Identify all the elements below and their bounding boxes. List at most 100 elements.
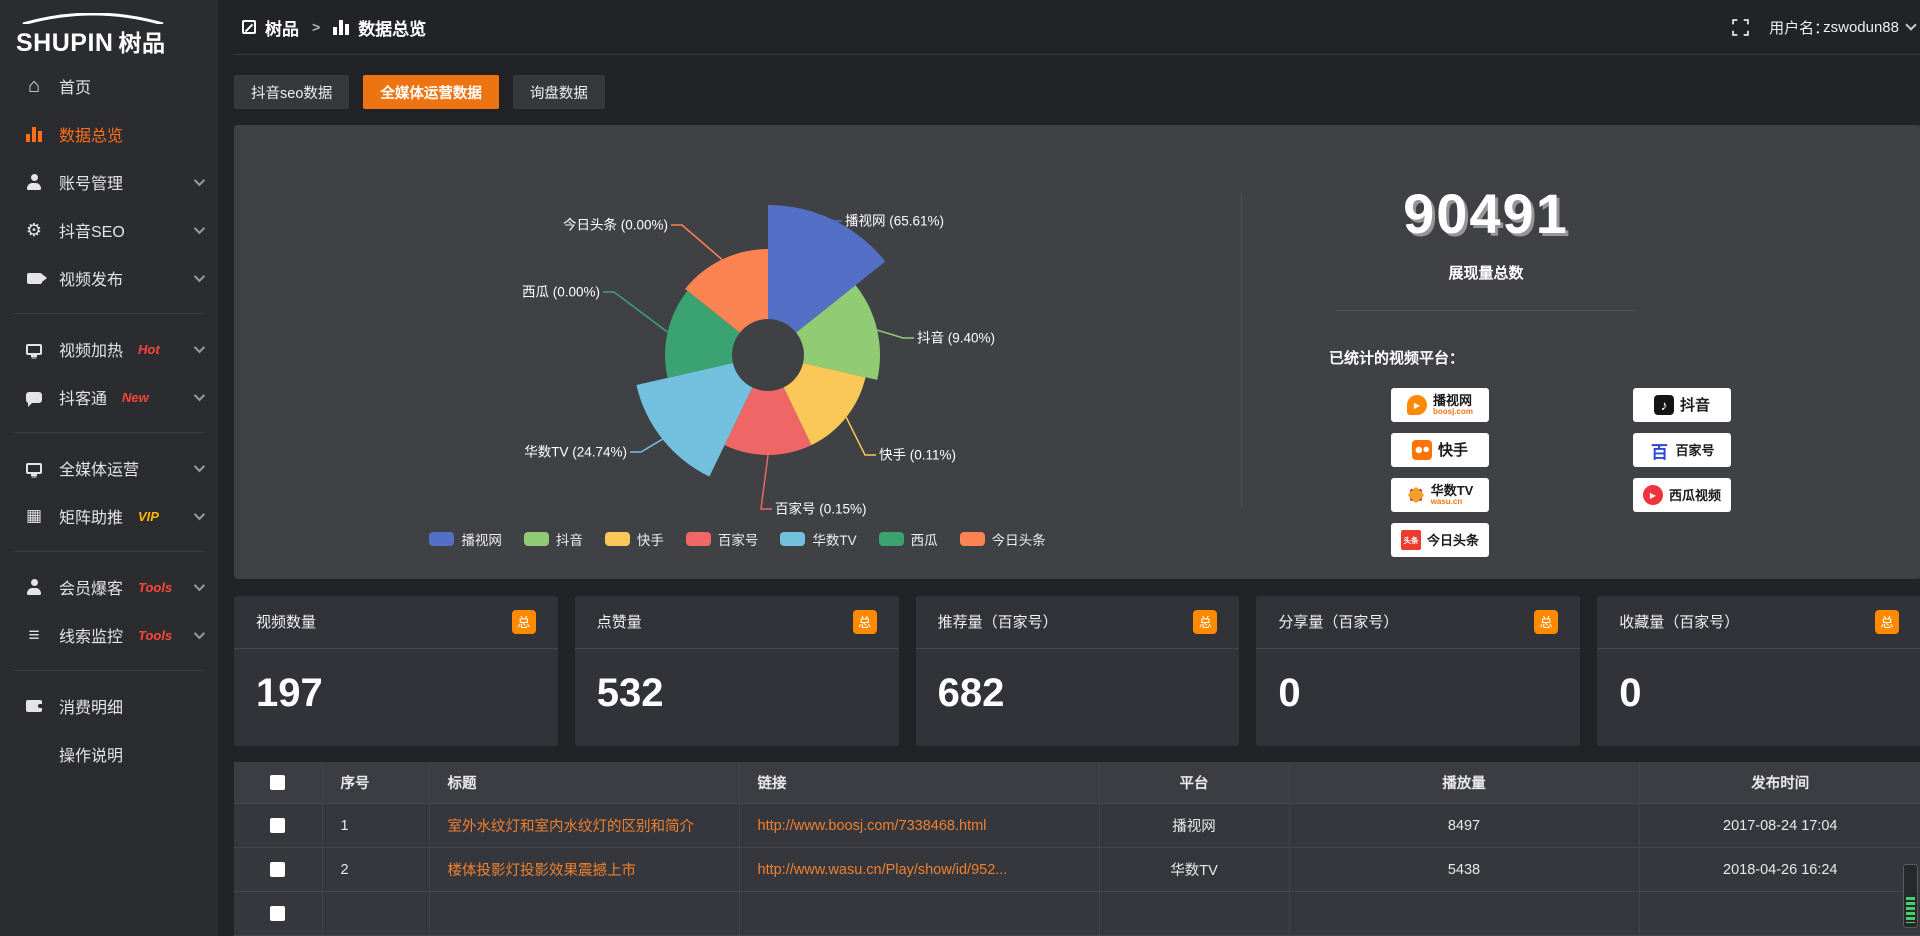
total-badge[interactable]: 总 bbox=[853, 610, 877, 634]
sidebar-item-16[interactable]: 操作说明 bbox=[0, 730, 218, 778]
legend-marker bbox=[429, 532, 454, 546]
wallet-icon bbox=[22, 700, 46, 712]
breadcrumb-app[interactable]: 树品 bbox=[265, 15, 299, 40]
cell-empty bbox=[1099, 892, 1289, 936]
column-header-1: 标题 bbox=[429, 762, 739, 804]
sidebar-item-4[interactable]: 视频发布 bbox=[0, 254, 218, 302]
legend-item-百家号[interactable]: 百家号 bbox=[686, 529, 759, 549]
tab-2[interactable]: 询盘数据 bbox=[513, 75, 605, 109]
cell-title[interactable]: 室外水纹灯和室内水纹灯的区别和简介 bbox=[429, 804, 739, 848]
summary-divider bbox=[1336, 310, 1636, 311]
pie-label-华数TV: 华数TV (24.74%) bbox=[524, 445, 627, 460]
sidebar-item-0[interactable]: 首页 bbox=[0, 62, 218, 110]
sidebar-item-7[interactable]: 抖客通New bbox=[0, 373, 218, 421]
logo-arc bbox=[18, 13, 168, 24]
sidebar-item-1[interactable]: 数据总览 bbox=[0, 110, 218, 158]
legend-label: 百家号 bbox=[718, 529, 759, 549]
sidebar-item-label: 线索监控 bbox=[59, 623, 123, 647]
stat-card-value: 0 bbox=[1256, 649, 1580, 746]
sidebar-item-13[interactable]: 线索监控Tools bbox=[0, 611, 218, 659]
platform-badge-西瓜视频: 西瓜视频 bbox=[1633, 478, 1731, 512]
breadcrumb-page[interactable]: 数据总览 bbox=[358, 15, 426, 40]
platform-name: 播视网 bbox=[1433, 394, 1472, 408]
sidebar-item-9[interactable]: 全媒体运营 bbox=[0, 444, 218, 492]
tab-1[interactable]: 全媒体运营数据 bbox=[363, 75, 499, 109]
total-badge[interactable]: 总 bbox=[512, 610, 536, 634]
platform-name: 抖音 bbox=[1680, 398, 1710, 414]
chevron-down-icon bbox=[194, 271, 205, 282]
sidebar-badge-new: New bbox=[122, 390, 149, 405]
legend-item-抖音[interactable]: 抖音 bbox=[524, 529, 583, 549]
brand-name-cn: 树品 bbox=[118, 30, 165, 56]
sidebar-item-12[interactable]: 会员爆客Tools bbox=[0, 563, 218, 611]
select-all-checkbox[interactable] bbox=[270, 775, 285, 790]
pie-label-line bbox=[877, 330, 914, 338]
sidebar-item-3[interactable]: 抖音SEO bbox=[0, 206, 218, 254]
sidebar-divider bbox=[14, 432, 204, 433]
pie-label-line bbox=[846, 418, 876, 456]
sidebar-item-10[interactable]: 矩阵助推VIP bbox=[0, 492, 218, 540]
legend-marker bbox=[524, 532, 549, 546]
chevron-down-icon bbox=[194, 628, 205, 639]
sidebar-item-15[interactable]: 消费明细 bbox=[0, 682, 218, 730]
pie-label-line bbox=[761, 455, 772, 509]
sidebar-item-2[interactable]: 账号管理 bbox=[0, 158, 218, 206]
sidebar-badge-vip: VIP bbox=[138, 509, 159, 524]
stat-card-value: 682 bbox=[916, 649, 1240, 746]
chevron-down-icon bbox=[194, 509, 205, 520]
total-impressions-value: 90491 bbox=[1241, 181, 1731, 246]
pie-label-line bbox=[630, 440, 663, 453]
user-menu[interactable]: 用户名：zswodun88 bbox=[1769, 17, 1915, 38]
douyin-logo-icon bbox=[1654, 395, 1674, 415]
row-checkbox[interactable] bbox=[270, 862, 285, 877]
cell-empty bbox=[429, 892, 739, 936]
breadcrumb-separator: > bbox=[312, 19, 320, 35]
legend-marker bbox=[879, 532, 904, 546]
stat-card-title: 点赞量 bbox=[597, 611, 642, 632]
stat-card-value: 532 bbox=[575, 649, 899, 746]
fullscreen-icon[interactable] bbox=[1732, 19, 1749, 36]
legend-item-西瓜[interactable]: 西瓜 bbox=[879, 529, 938, 549]
legend-label: 抖音 bbox=[556, 529, 583, 549]
cell-platform: 播视网 bbox=[1099, 804, 1289, 848]
column-header-0: 序号 bbox=[322, 762, 429, 804]
kuaishou-logo-icon bbox=[1412, 440, 1432, 460]
pie-slice-华数TV[interactable] bbox=[636, 363, 752, 477]
chevron-down-icon bbox=[194, 342, 205, 353]
home-icon bbox=[22, 76, 46, 96]
username: zswodun88 bbox=[1823, 19, 1899, 36]
pie-label-今日头条: 今日头条 (0.00%) bbox=[563, 217, 668, 233]
cell-empty bbox=[739, 892, 1099, 936]
pie-label-西瓜: 西瓜 (0.00%) bbox=[522, 285, 600, 300]
legend-item-播视网[interactable]: 播视网 bbox=[429, 529, 502, 549]
floating-widget[interactable] bbox=[1903, 864, 1918, 928]
cell-link[interactable]: http://www.wasu.cn/Play/show/id/952... bbox=[739, 848, 1099, 892]
total-badge[interactable]: 总 bbox=[1193, 610, 1217, 634]
legend-item-快手[interactable]: 快手 bbox=[605, 529, 664, 549]
chevron-down-icon bbox=[194, 461, 205, 472]
username-label: 用户名： bbox=[1769, 17, 1829, 38]
video-icon bbox=[22, 273, 46, 284]
tab-0[interactable]: 抖音seo数据 bbox=[234, 75, 349, 109]
cell-time: 2018-04-26 16:24 bbox=[1639, 848, 1920, 892]
platform-name: 今日头条 bbox=[1427, 534, 1479, 548]
chevron-down-icon bbox=[194, 175, 205, 186]
row-checkbox[interactable] bbox=[270, 906, 285, 921]
stat-card-2: 推荐量（百家号）总682 bbox=[916, 596, 1240, 746]
cell-link[interactable]: http://www.boosj.com/7338468.html bbox=[739, 804, 1099, 848]
pie-label-line bbox=[831, 220, 842, 221]
chevron-down-icon bbox=[194, 580, 205, 591]
rose-pie-chart: 播视网 (65.61%)抖音 (9.40%)快手 (0.11%)百家号 (0.1… bbox=[234, 125, 1241, 570]
legend-item-华数TV[interactable]: 华数TV bbox=[780, 529, 856, 549]
column-header-4: 播放量 bbox=[1289, 762, 1639, 804]
video-table-panel: 序号标题链接平台播放量发布时间1室外水纹灯和室内水纹灯的区别和简介http://… bbox=[234, 762, 1920, 936]
cell-empty bbox=[322, 892, 429, 936]
cell-platform: 华数TV bbox=[1099, 848, 1289, 892]
cell-title[interactable]: 楼体投影灯投影效果震撼上市 bbox=[429, 848, 739, 892]
total-badge[interactable]: 总 bbox=[1534, 610, 1558, 634]
total-badge[interactable]: 总 bbox=[1875, 610, 1899, 634]
sidebar-item-6[interactable]: 视频加热Hot bbox=[0, 325, 218, 373]
legend-item-今日头条[interactable]: 今日头条 bbox=[960, 529, 1046, 549]
total-impressions-label: 展现量总数 bbox=[1241, 262, 1731, 283]
row-checkbox[interactable] bbox=[270, 818, 285, 833]
